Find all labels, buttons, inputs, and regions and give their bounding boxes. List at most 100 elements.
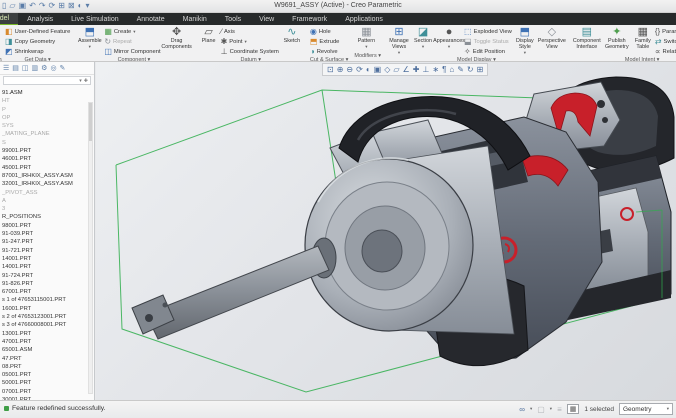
point-display-icon[interactable]: ✚ (413, 64, 420, 75)
shading-icon[interactable]: ◐ (366, 64, 371, 75)
group-label-modifiers[interactable]: Modifiers ▾ (352, 52, 383, 61)
repaint-icon[interactable]: ⟳ (356, 64, 363, 75)
display-style-button[interactable]: ⬒Display Style▾ (513, 26, 537, 56)
tree-item[interactable]: 14001.PRT (2, 263, 94, 271)
tree-item[interactable]: 14001.PRT (2, 255, 94, 263)
tree-item[interactable]: s 2 of 47653123001.PRT (2, 313, 94, 321)
tree-item[interactable]: 32001_IRHKIX_ASSY.ASM (2, 180, 94, 188)
tree-item[interactable]: 46001.PRT (2, 155, 94, 163)
find-icon[interactable]: ∞ (519, 405, 525, 414)
tree-scrollbar-thumb[interactable] (89, 103, 92, 141)
tree-item[interactable]: R_POSITIONS (2, 213, 94, 221)
tree-item[interactable]: _MATING_PLANE (2, 130, 94, 138)
plane-button[interactable]: ▱Plane (198, 26, 220, 56)
zoom-in-icon[interactable]: ⊕ (337, 64, 344, 75)
csys-display-icon[interactable]: ⊥ (422, 64, 429, 75)
sketch-display-icon[interactable]: ✎ (457, 64, 464, 75)
manage-views-button[interactable]: ⊞Manage Views▾ (387, 26, 411, 56)
tree-item[interactable]: OP (2, 114, 94, 122)
appearances-button[interactable]: ●Appearances▾ (435, 26, 463, 56)
3d-viewport[interactable]: ⊡⊕⊖⟳◐▣◇▱∠✚⊥∗¶⌂✎↻⊞ (96, 62, 676, 400)
highlight-icon[interactable]: ✎ (60, 64, 66, 72)
tree-item[interactable]: 47.PRT (2, 355, 94, 363)
tree-item[interactable]: 91-724.PRT (2, 272, 94, 280)
tree-item[interactable]: HT (2, 97, 94, 105)
layer-tree-icon[interactable]: ▤ (12, 64, 19, 72)
add-filter-icon[interactable]: ✚ (84, 78, 88, 84)
refit-icon[interactable]: ⊡ (327, 64, 334, 75)
tree-item[interactable]: s 1 of 47653115001.PRT (2, 296, 94, 304)
tree-item[interactable]: 91-826.PRT (2, 280, 94, 288)
tree-item[interactable]: 99001.PRT (2, 147, 94, 155)
assemble-button[interactable]: ⬒Assemble▾ (76, 26, 103, 56)
hole-button[interactable]: ◉Hole (310, 27, 340, 36)
repeat-button[interactable]: ↻Repeat (104, 37, 160, 46)
tree-item[interactable]: _PIVOT_ASS (2, 189, 94, 197)
publish-geometry-button[interactable]: ✦Publish Geometry (603, 26, 631, 56)
user-defined-feature-button[interactable]: ◧User-Defined Feature (5, 27, 70, 36)
tree-item[interactable]: 47001.PRT (2, 338, 94, 346)
switch-dimensions-button[interactable]: ⇄Switch Dimensions (655, 37, 676, 46)
group-label-operations[interactable]: Operations ▾ (0, 56, 1, 61)
tree-filter-input[interactable]: ▾ ✚ (3, 76, 91, 85)
pattern-button[interactable]: ▦Pattern▾ (354, 26, 378, 52)
tree-item[interactable]: 50001.PRT (2, 379, 94, 387)
tree-item[interactable]: 98001.PRT (2, 222, 94, 230)
caret-icon[interactable]: ▾ (550, 406, 552, 412)
coordinate-system-button[interactable]: ⊥Coordinate System (221, 47, 279, 56)
show-hide-icon[interactable]: ◇ (384, 64, 390, 75)
caret-icon[interactable]: ▾ (530, 406, 532, 412)
tree-columns-icon[interactable]: ▥ (32, 64, 39, 72)
annotation-display-icon[interactable]: ¶ (442, 64, 446, 75)
tree-item[interactable]: 65001.ASM (2, 346, 94, 354)
relations-button[interactable]: ∝Relations (655, 47, 676, 56)
ribbon-tab[interactable]: Live Simulation (62, 13, 127, 25)
point-button[interactable]: ✱Point▾ (221, 37, 279, 46)
tree-item[interactable]: P (2, 106, 94, 114)
tree-item[interactable]: 45001.PRT (2, 164, 94, 172)
list-icon[interactable]: ≡ (557, 405, 562, 414)
tree-item[interactable]: 87001_IRHKIX_ASSY.ASM (2, 172, 94, 180)
tree-view-icon[interactable]: ☰ (3, 64, 9, 72)
extrude-button[interactable]: ⬒Extrude (310, 37, 340, 46)
ribbon-tab[interactable]: Model (0, 13, 18, 25)
ribbon-tab[interactable]: Tools (216, 13, 250, 25)
ribbon-tab[interactable]: Annotate (128, 13, 174, 25)
toggle-status-button[interactable]: ⬓Toggle Status (464, 37, 512, 46)
show-icon[interactable]: ◎ (50, 64, 56, 72)
tree-item[interactable]: SYS (2, 122, 94, 130)
tree-item[interactable]: 91-721.PRT (2, 247, 94, 255)
drag-components-button[interactable]: ✥Drag Components (162, 26, 192, 56)
spin-center-icon[interactable]: ∗ (432, 64, 439, 75)
shrinkwrap-button[interactable]: ◩Shrinkwrap (5, 47, 70, 56)
settings-icon[interactable]: ⚙ (41, 64, 47, 72)
perspective-icon[interactable]: ⌂ (449, 64, 454, 75)
select-box-icon[interactable]: ▢ (537, 405, 545, 414)
selection-buffer-icon[interactable]: ▦ (567, 404, 580, 414)
display-style-icon[interactable]: ▣ (374, 64, 382, 75)
ribbon-tab[interactable]: Applications (336, 13, 392, 25)
section-button[interactable]: ◪Section▾ (412, 26, 434, 56)
ribbon-tab[interactable]: Analysis (18, 13, 62, 25)
tree-scrollbar[interactable] (88, 102, 93, 394)
tree-item[interactable]: 67001.PRT (2, 288, 94, 296)
perspective-view-button[interactable]: ◇Perspective View (538, 26, 566, 56)
parameters-button[interactable]: {}Parameters (655, 27, 676, 36)
filter-icon[interactable]: ◫ (22, 64, 29, 72)
exploded-view-button[interactable]: ⬚Exploded View (464, 27, 512, 36)
tree-item[interactable]: 05001.PRT (2, 371, 94, 379)
view-manager-icon[interactable]: ⊞ (477, 64, 484, 75)
revolve-button[interactable]: ◑Revolve (310, 47, 340, 56)
tree-item[interactable]: 13001.PRT (2, 330, 94, 338)
ribbon-tab[interactable]: Framework (283, 13, 336, 25)
tree-item[interactable]: 91.ASM (2, 89, 94, 97)
tree-item[interactable]: 91-247.PRT (2, 238, 94, 246)
chevron-down-icon[interactable]: ▾ (79, 78, 82, 84)
tree-item[interactable]: 3 (2, 205, 94, 213)
tree-item[interactable]: 08.PRT (2, 363, 94, 371)
copy-geometry-button[interactable]: ◨Copy Geometry (5, 37, 70, 46)
component-interface-button[interactable]: ▤Component Interface (572, 26, 602, 56)
ribbon-tab[interactable]: View (250, 13, 283, 25)
zoom-out-icon[interactable]: ⊖ (346, 64, 353, 75)
ribbon-tab[interactable]: Manikin (174, 13, 216, 25)
